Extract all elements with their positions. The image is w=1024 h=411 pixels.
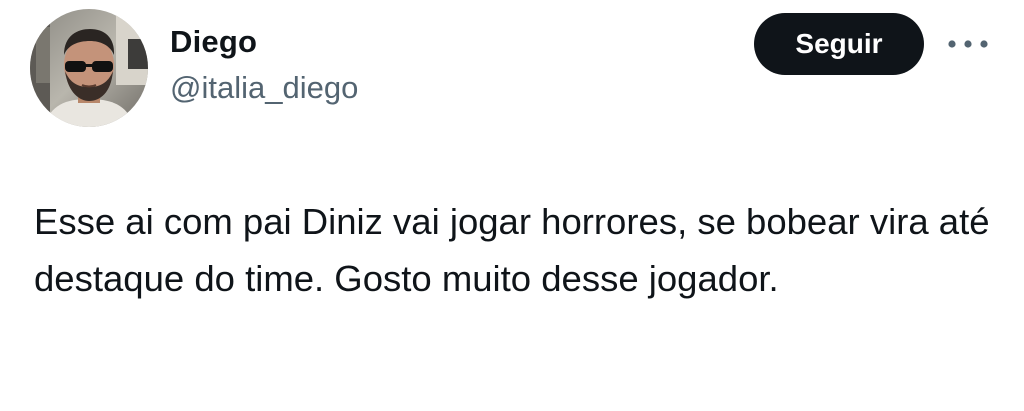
display-name[interactable]: Diego: [170, 24, 358, 60]
avatar-photo: [30, 9, 148, 127]
follow-button[interactable]: Seguir: [754, 13, 924, 75]
tweet-text: Esse ai com pai Diniz vai jogar horrores…: [34, 201, 990, 299]
more-horizontal-icon: [948, 40, 988, 48]
user-handle[interactable]: @italia_diego: [170, 70, 358, 106]
tweet-card: Diego @italia_diego Seguir Esse ai com p…: [0, 0, 1024, 411]
more-options-button[interactable]: [944, 30, 992, 58]
user-identity: Diego @italia_diego: [170, 24, 358, 106]
avatar[interactable]: [30, 9, 148, 127]
